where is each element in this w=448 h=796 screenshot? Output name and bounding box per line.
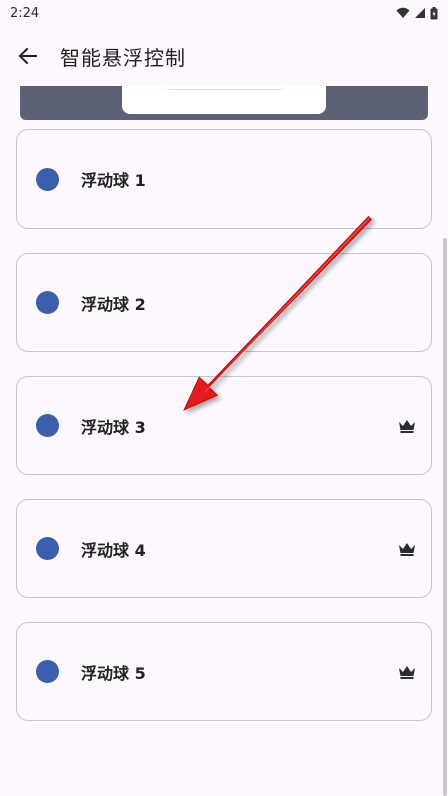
ball-option-5[interactable]: 浮动球 5	[16, 622, 432, 721]
back-button[interactable]	[0, 28, 56, 84]
status-time: 2:24	[10, 5, 40, 21]
status-icons	[396, 6, 438, 20]
ball-option-4[interactable]: 浮动球 4	[16, 499, 432, 598]
ball-color-dot	[36, 414, 59, 437]
arrow-left-icon	[18, 47, 37, 65]
ball-label: 浮动球 4	[81, 540, 146, 560]
ball-label: 浮动球 5	[81, 663, 146, 683]
crown-icon	[399, 419, 415, 433]
ball-list: 浮动球 1 浮动球 2 浮动球 3 浮动球 4 浮动球 5	[16, 129, 432, 745]
ball-color-dot	[36, 291, 59, 314]
status-bar: 2:24	[0, 0, 448, 26]
ball-option-3[interactable]: 浮动球 3	[16, 376, 432, 475]
ball-color-dot	[36, 167, 59, 191]
page-title: 智能悬浮控制	[60, 45, 186, 70]
ball-label: 浮动球 3	[81, 417, 146, 437]
ball-color-dot	[36, 660, 59, 683]
signal-icon	[415, 8, 425, 18]
app-bar: 智能悬浮控制	[0, 26, 448, 86]
ball-color-dot	[36, 537, 59, 560]
wifi-icon	[396, 7, 410, 18]
ball-option-2[interactable]: 浮动球 2	[16, 253, 432, 352]
battery-icon	[430, 6, 438, 19]
scrollbar[interactable]	[443, 238, 447, 796]
banner-divider	[166, 86, 284, 90]
banner-preview	[20, 86, 428, 120]
banner-card	[122, 86, 326, 114]
ball-label: 浮动球 1	[81, 171, 146, 190]
ball-label: 浮动球 2	[81, 294, 146, 314]
crown-icon	[399, 665, 415, 679]
ball-option-1[interactable]: 浮动球 1	[16, 129, 432, 229]
crown-icon	[399, 542, 415, 556]
